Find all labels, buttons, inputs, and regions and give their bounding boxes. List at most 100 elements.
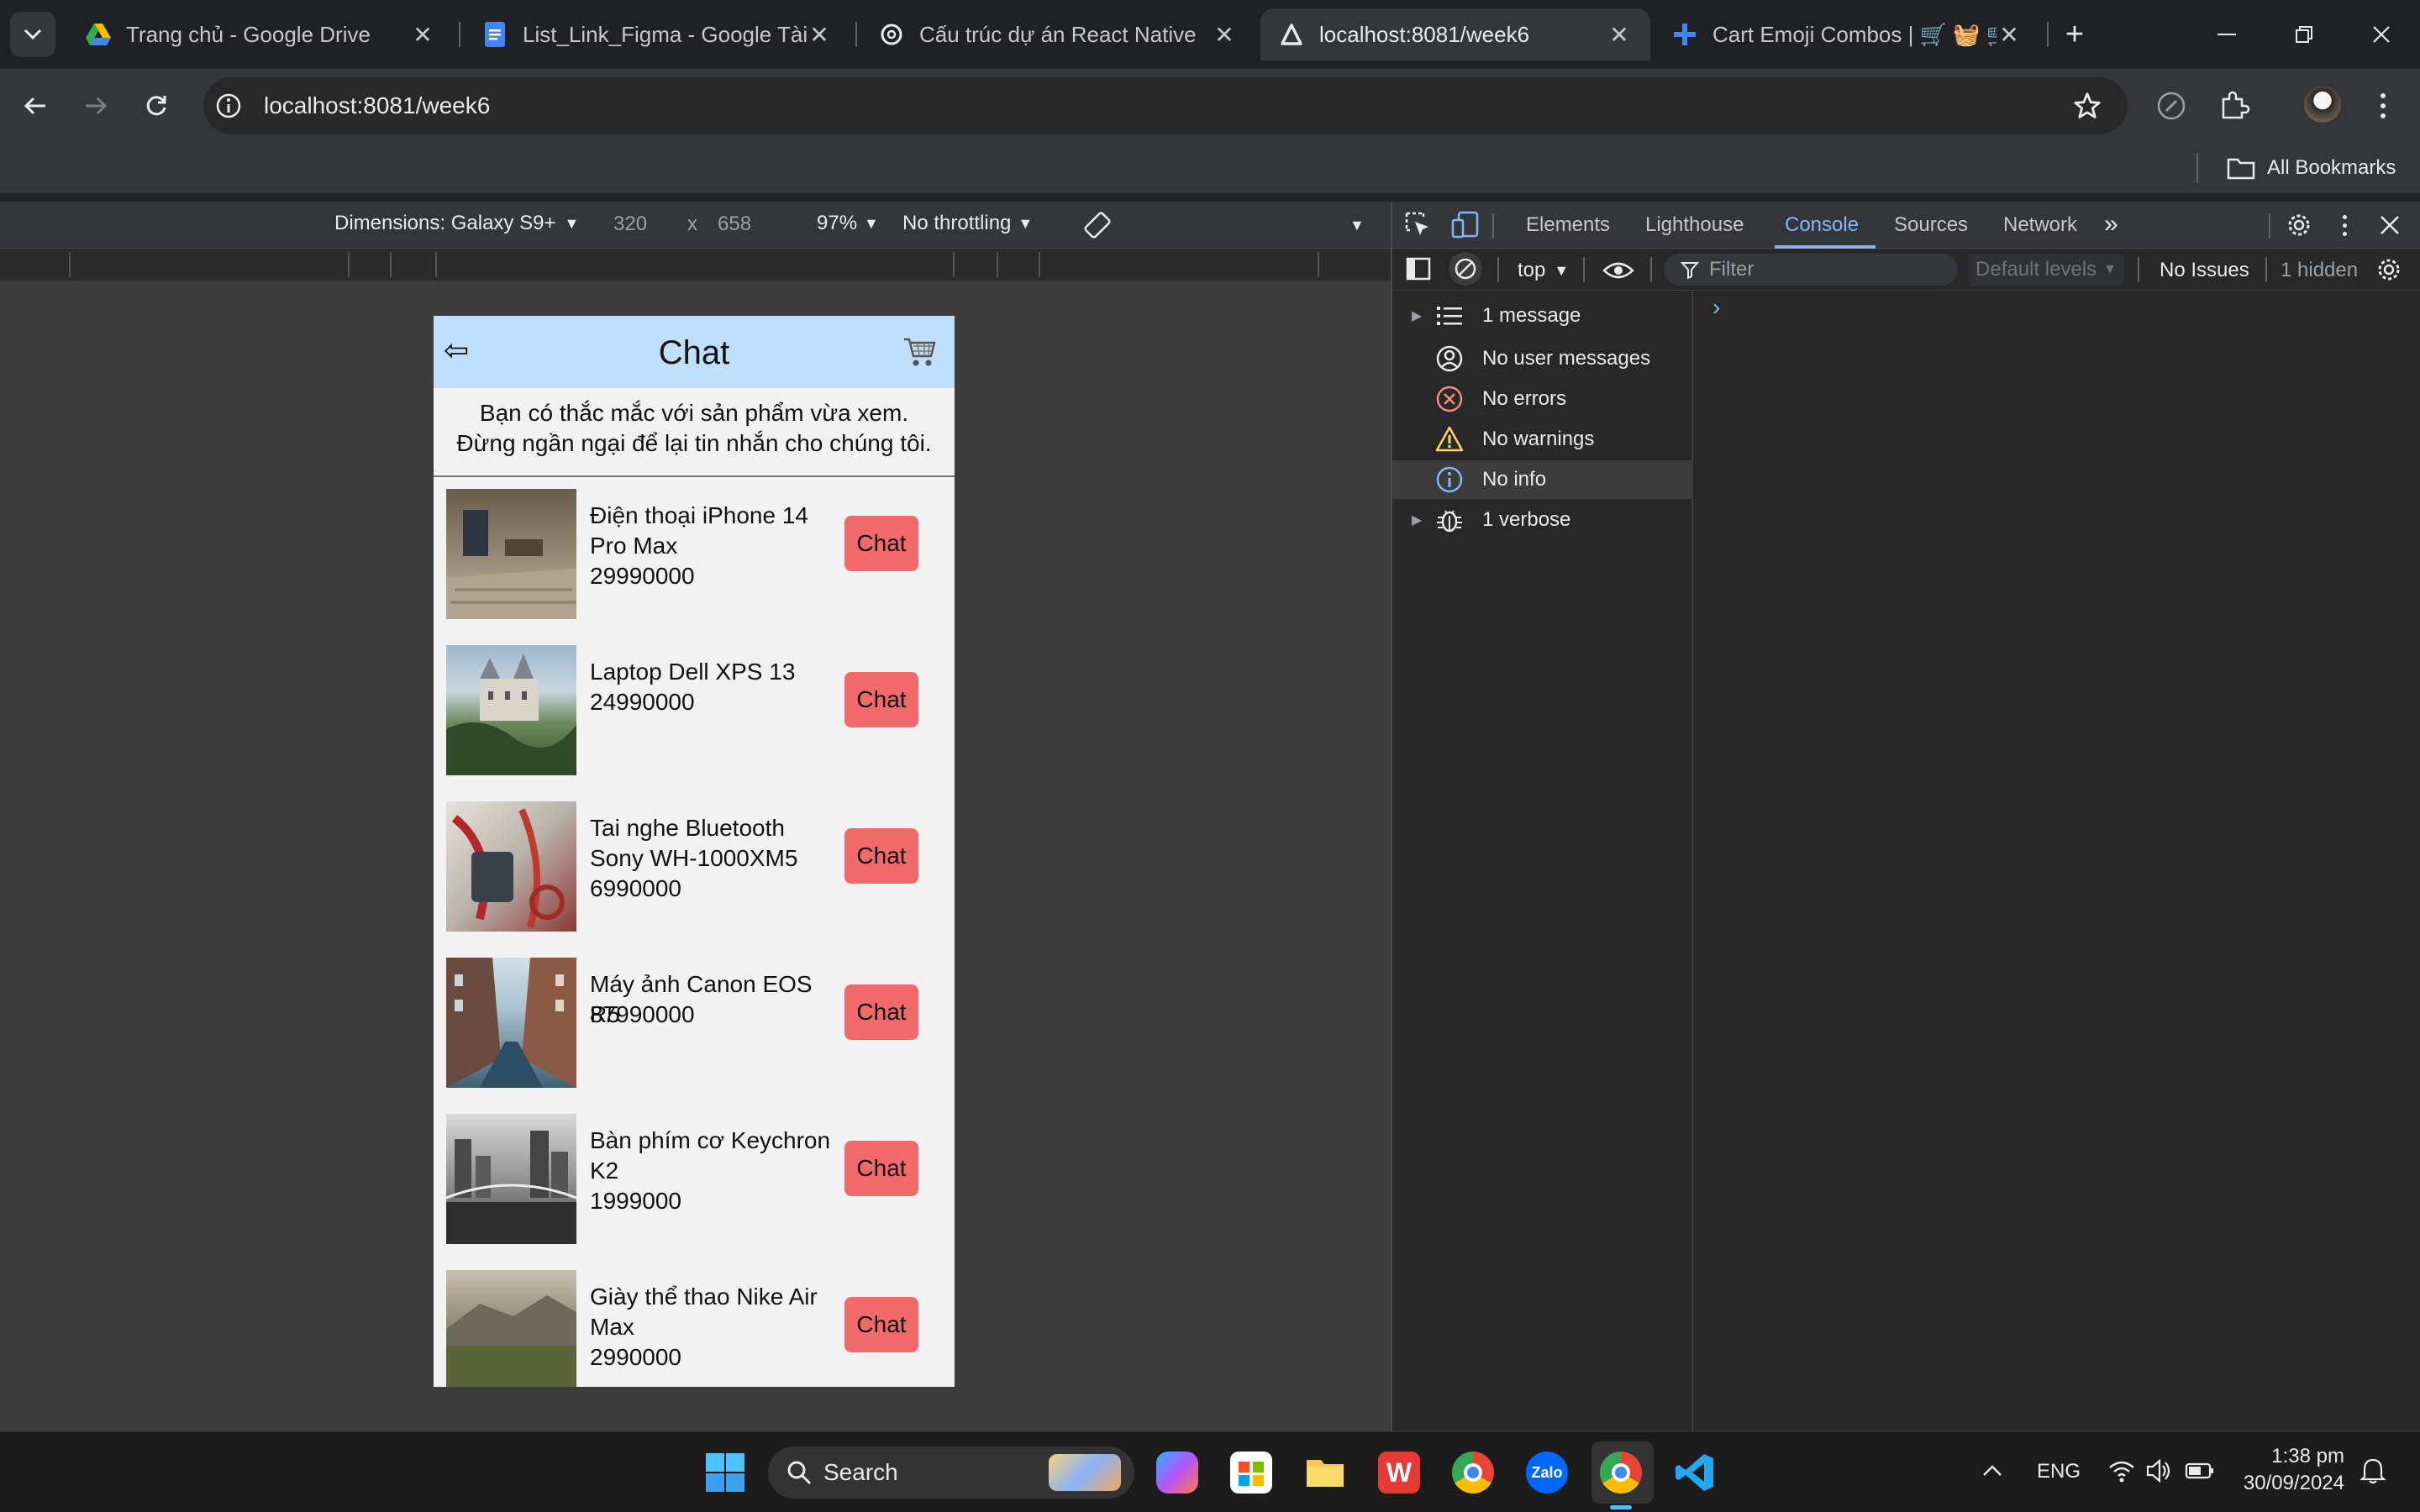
wps-office-icon[interactable]: W	[1378, 1452, 1420, 1494]
issues-label[interactable]: No Issues	[2160, 259, 2249, 282]
chat-button[interactable]: Chat	[844, 828, 918, 884]
product-item: Tai nghe Bluetooth Sony WH-1000XM5 699000…	[446, 801, 942, 936]
inspect-element-icon[interactable]	[1403, 210, 1434, 240]
console-prompt[interactable]: ›	[1712, 294, 1720, 321]
settings-gear-icon[interactable]	[2284, 210, 2314, 240]
device-toolbar-menu-icon[interactable]: ▼	[1349, 217, 1365, 234]
close-icon[interactable]: ✕	[1607, 22, 1632, 48]
close-icon[interactable]: ✕	[807, 22, 832, 48]
browser-menu-icon[interactable]	[2373, 87, 2393, 124]
reload-button[interactable]	[138, 87, 175, 124]
microsoft-store-icon[interactable]	[1230, 1452, 1272, 1494]
close-icon[interactable]: ✕	[1996, 22, 2022, 48]
product-name: Laptop Dell XPS 13	[590, 659, 796, 685]
battery-icon[interactable]	[2185, 1460, 2215, 1482]
tab-chatgpt[interactable]: Cấu trúc dự án React Native ✕	[860, 8, 1255, 60]
file-explorer-icon[interactable]	[1304, 1452, 1346, 1494]
sidebar-toggle-icon[interactable]	[1405, 255, 1432, 282]
language-indicator[interactable]: ENG	[2037, 1460, 2081, 1483]
close-devtools-icon[interactable]	[2376, 212, 2403, 239]
dimension-times-label: x	[687, 213, 697, 235]
sidebar-item-warnings[interactable]: No warnings	[1435, 425, 1594, 454]
forward-button[interactable]	[77, 87, 114, 124]
product-item: Bàn phím cơ Keychron K2 1999000 Chat	[446, 1114, 942, 1248]
chevron-down-icon	[24, 29, 42, 40]
volume-icon[interactable]	[2144, 1457, 2173, 1485]
wifi-icon[interactable]	[2107, 1457, 2136, 1485]
eye-icon[interactable]	[1602, 257, 1635, 284]
console-settings-icon[interactable]	[2375, 255, 2403, 284]
notification-bell-icon[interactable]	[2360, 1457, 2386, 1485]
dropdown-arrow-icon: ▼	[564, 214, 580, 232]
chat-button[interactable]: Chat	[844, 984, 918, 1040]
chat-button[interactable]: Chat	[844, 672, 918, 727]
sidebar-item-messages[interactable]: ▶ 1 message	[1412, 304, 1581, 328]
tab-lighthouse[interactable]: Lighthouse	[1645, 213, 1744, 237]
throttling-dropdown[interactable]: No throttling ▼	[902, 212, 1033, 235]
copilot-icon[interactable]	[1156, 1452, 1198, 1494]
sidebar-item-info[interactable]: No info	[1435, 465, 1546, 494]
tab-console[interactable]: Console	[1785, 213, 1859, 237]
bookmark-star-icon[interactable]	[2070, 89, 2104, 123]
show-hidden-icons-icon[interactable]	[1980, 1458, 2005, 1483]
tab-google-docs[interactable]: List_Link_Figma - Google Tài liệ ✕	[464, 8, 850, 60]
zalo-icon[interactable]: Zalo	[1526, 1452, 1568, 1494]
windows-start-icon[interactable]	[704, 1452, 746, 1494]
width-input[interactable]: 320	[613, 213, 647, 236]
list-icon	[1437, 307, 1462, 325]
close-icon[interactable]: ✕	[410, 22, 435, 48]
tab-elements[interactable]: Elements	[1526, 213, 1610, 237]
profile-avatar[interactable]	[2304, 86, 2341, 123]
tab-sources[interactable]: Sources	[1894, 213, 1968, 237]
clear-console-icon[interactable]	[1449, 252, 1482, 286]
all-bookmarks-button[interactable]: All Bookmarks	[2227, 151, 2396, 185]
arrow-right-icon	[86, 97, 108, 115]
performance-icon[interactable]	[2154, 89, 2188, 123]
url-text[interactable]: localhost:8081/week6	[264, 91, 490, 121]
cart-icon[interactable]	[901, 333, 938, 370]
chrome-profile-icon[interactable]	[1600, 1452, 1642, 1494]
search-highlight-image	[1049, 1454, 1121, 1491]
zoom-dropdown[interactable]: 97% ▼	[817, 212, 879, 235]
expand-triangle-icon: ▶	[1412, 513, 1423, 528]
rotate-icon[interactable]	[1081, 208, 1114, 242]
restore-button[interactable]	[2279, 15, 2329, 54]
address-bar[interactable]	[203, 77, 2128, 134]
context-dropdown[interactable]: top ▼	[1518, 259, 1569, 282]
close-icon[interactable]: ✕	[1212, 22, 1237, 48]
vscode-icon[interactable]	[1674, 1452, 1716, 1494]
clock-time: 1:38 pm	[2271, 1445, 2344, 1467]
taskbar-search[interactable]: Search	[768, 1446, 1134, 1499]
more-tabs-icon[interactable]: »	[2104, 210, 2118, 239]
close-window-button[interactable]	[2356, 15, 2407, 54]
tab-cart-emoji[interactable]: Cart Emoji Combos | 🛒 🧺 🛒 ✕	[1654, 8, 2040, 60]
chat-button[interactable]: Chat	[844, 516, 918, 571]
clock[interactable]: 1:38 pm 30/09/2024	[2237, 1443, 2344, 1497]
tab-localhost[interactable]: localhost:8081/week6 ✕	[1260, 8, 1650, 60]
height-input[interactable]: 658	[718, 213, 751, 236]
chrome-icon[interactable]	[1452, 1452, 1494, 1494]
tab-google-drive[interactable]: Trang chủ - Google Drive ✕	[67, 8, 454, 60]
site-info-icon[interactable]	[213, 91, 244, 121]
sidebar-item-user-messages[interactable]: No user messages	[1435, 344, 1650, 373]
product-price: 24990000	[590, 689, 695, 715]
log-levels-dropdown[interactable]: Default levels ▼	[1968, 254, 2124, 286]
search-label: Search	[823, 1459, 898, 1485]
new-tab-button[interactable]: +	[2055, 15, 2094, 54]
devtools-menu-icon[interactable]	[2338, 212, 2351, 239]
extensions-icon[interactable]	[2217, 89, 2250, 123]
back-button[interactable]	[17, 87, 54, 124]
bookmarks-divider	[2196, 153, 2198, 183]
tab-network[interactable]: Network	[2003, 213, 2077, 237]
dimensions-dropdown[interactable]: Dimensions: Galaxy S9+ ▼	[334, 212, 579, 235]
chat-button[interactable]: Chat	[844, 1141, 918, 1196]
chat-button[interactable]: Chat	[844, 1297, 918, 1352]
filter-input[interactable]: Filter	[1664, 254, 1958, 286]
minimize-button[interactable]	[2202, 15, 2252, 54]
info-icon	[1436, 466, 1463, 493]
sidebar-item-errors[interactable]: No errors	[1435, 385, 1566, 413]
tab-search-button[interactable]	[10, 12, 55, 57]
product-image	[446, 801, 576, 932]
sidebar-item-verbose[interactable]: ▶ 1 verbose	[1412, 506, 1570, 534]
device-toggle-icon[interactable]	[1450, 210, 1481, 240]
